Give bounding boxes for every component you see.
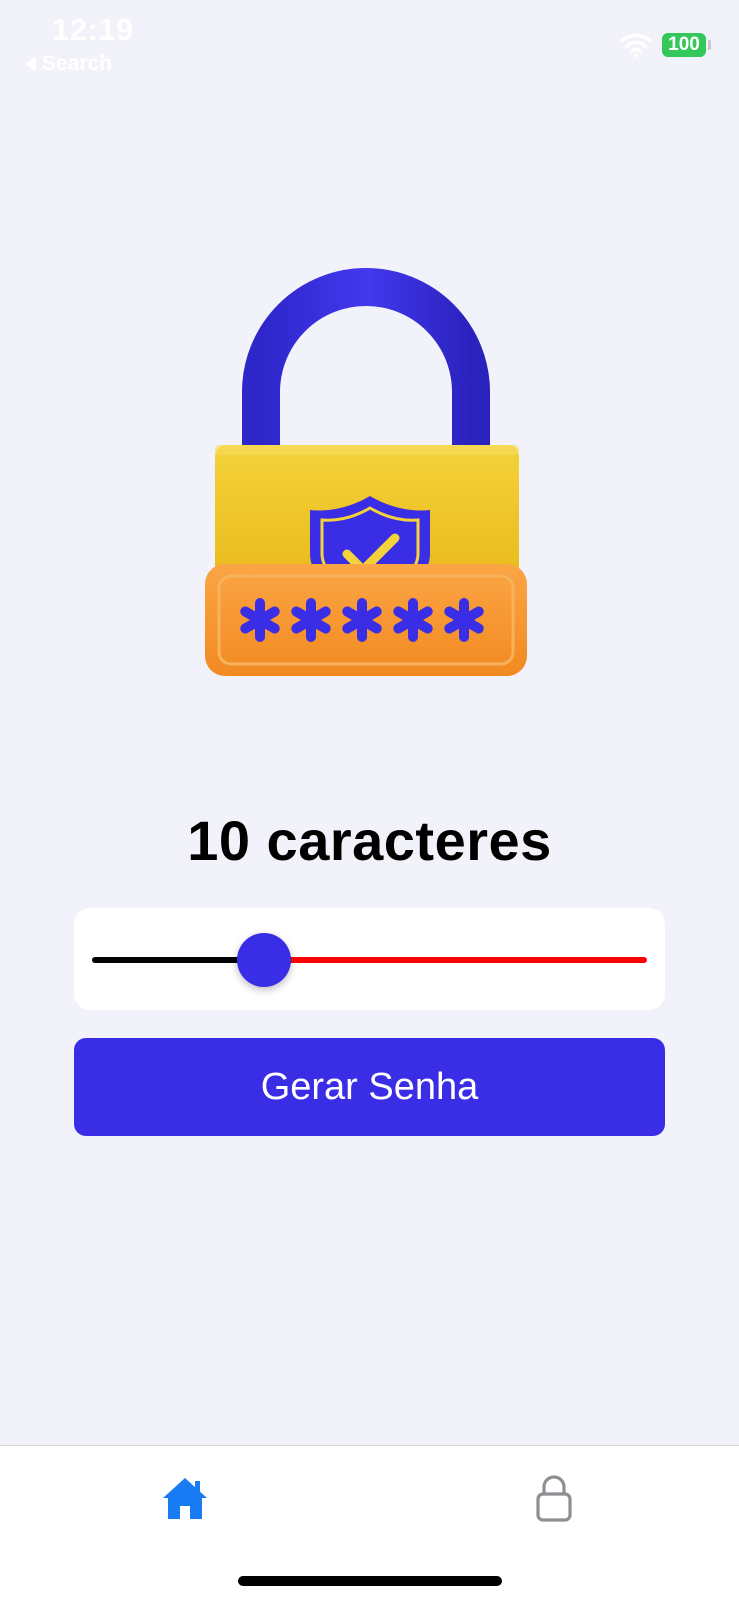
home-indicator (238, 1576, 502, 1586)
home-icon (163, 1478, 207, 1519)
password-length-label: 10 caracteres (187, 809, 552, 872)
battery-indicator: 100 (662, 33, 706, 57)
battery-level: 100 (668, 34, 700, 55)
lock-icon (536, 1475, 572, 1522)
slider-max-track[interactable] (264, 957, 647, 963)
back-chevron-icon (25, 57, 36, 71)
padlock-password-icon (205, 268, 527, 676)
generate-password-button[interactable]: Gerar Senha (74, 1038, 665, 1136)
back-link-label: Search (42, 52, 113, 75)
back-to-search-link[interactable]: Search (25, 52, 112, 76)
length-slider-card (74, 908, 665, 1010)
battery-cap (708, 40, 711, 50)
status-bar: 12:19 Search 100 (0, 0, 739, 84)
status-time: 12:19 (52, 12, 134, 47)
length-slider-thumb[interactable] (237, 933, 292, 987)
tab-passwords[interactable] (524, 1468, 584, 1528)
tab-home[interactable] (155, 1468, 215, 1528)
wifi-icon (620, 33, 652, 58)
